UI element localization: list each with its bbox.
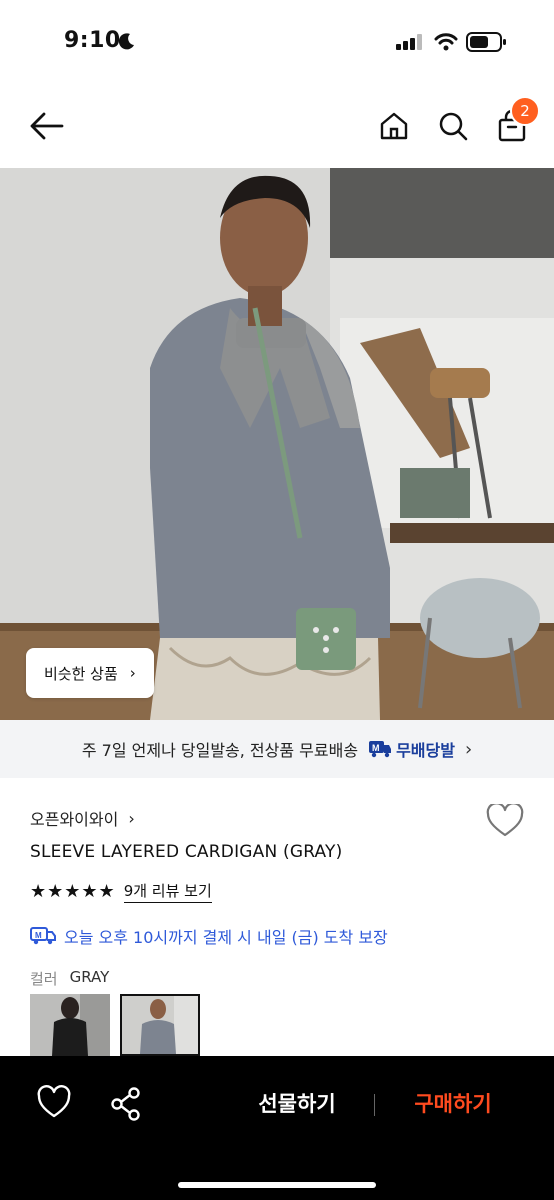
- similar-products-button[interactable]: 비슷한 상품 ›: [26, 648, 154, 698]
- shipping-banner-text: 주 7일 언제나 당일발송, 전상품 무료배송: [81, 741, 359, 760]
- wifi-icon: [434, 33, 458, 51]
- cart-count-badge: 2: [510, 96, 540, 126]
- like-button[interactable]: [34, 1084, 74, 1124]
- free-shipping-badge: M 무배당발: [368, 737, 455, 761]
- buy-button[interactable]: 구매하기: [394, 1088, 512, 1124]
- battery-icon: [466, 32, 506, 52]
- share-button[interactable]: [106, 1084, 146, 1124]
- moon-icon: [118, 33, 134, 50]
- svg-text:M: M: [372, 743, 380, 753]
- search-icon: [439, 112, 468, 141]
- status-bar: 9:10: [0, 0, 554, 88]
- star-rating: ★★★★★: [30, 881, 116, 902]
- home-indicator: [178, 1182, 376, 1188]
- brand-name: 오픈와이와이: [30, 810, 119, 829]
- reviews-link[interactable]: 9개 리뷰 보기: [123, 880, 212, 903]
- top-nav: [0, 88, 554, 166]
- product-title: SLEEVE LAYERED CARDIGAN (GRAY): [30, 842, 343, 862]
- thumbnail-image: [30, 994, 110, 1056]
- rating-row: ★★★★★ 9개 리뷰 보기: [30, 880, 212, 903]
- svg-text:M: M: [35, 931, 42, 940]
- heart-icon: [37, 1085, 71, 1118]
- signal-icon: [396, 34, 422, 50]
- color-row: 컬러 GRAY: [30, 968, 109, 989]
- chevron-right-icon: ›: [128, 808, 135, 828]
- brand-link[interactable]: 오픈와이와이 ›: [30, 806, 135, 830]
- home-button[interactable]: [372, 104, 416, 148]
- chevron-right-icon: ›: [129, 664, 136, 682]
- home-icon: [380, 112, 408, 140]
- color-thumbnail-2[interactable]: [120, 994, 200, 1056]
- delivery-guarantee: M 오늘 오후 10시까지 결제 시 내일 (금) 도착 보장: [30, 924, 388, 948]
- heart-icon: [486, 802, 524, 837]
- product-image[interactable]: [0, 168, 554, 720]
- share-icon: [111, 1087, 140, 1121]
- chevron-right-icon: ›: [464, 738, 473, 760]
- bottom-action-bar: 선물하기 구매하기: [0, 1056, 554, 1200]
- favorite-button[interactable]: [486, 802, 526, 840]
- delivery-truck-icon: M: [30, 927, 56, 945]
- delivery-guarantee-text: 오늘 오후 10시까지 결제 시 내일 (금) 도착 보장: [64, 928, 388, 947]
- color-label: 컬러: [30, 970, 58, 988]
- status-time: 9:10: [64, 28, 121, 53]
- search-button[interactable]: [431, 104, 475, 148]
- gift-button[interactable]: 선물하기: [238, 1088, 356, 1124]
- similar-products-label: 비슷한 상품: [44, 664, 118, 683]
- delivery-truck-icon: M: [369, 741, 392, 758]
- free-shipping-badge-label: 무배당발: [396, 741, 455, 760]
- shipping-banner[interactable]: 주 7일 언제나 당일발송, 전상품 무료배송 M 무배당발 ›: [0, 720, 554, 778]
- color-thumbnail-1[interactable]: [30, 994, 110, 1056]
- model-photo: [0, 168, 554, 720]
- color-value: GRAY: [69, 968, 110, 986]
- divider: [374, 1094, 375, 1116]
- back-button[interactable]: [24, 104, 68, 148]
- thumbnail-image: [122, 996, 198, 1054]
- arrow-left-icon: [30, 112, 64, 140]
